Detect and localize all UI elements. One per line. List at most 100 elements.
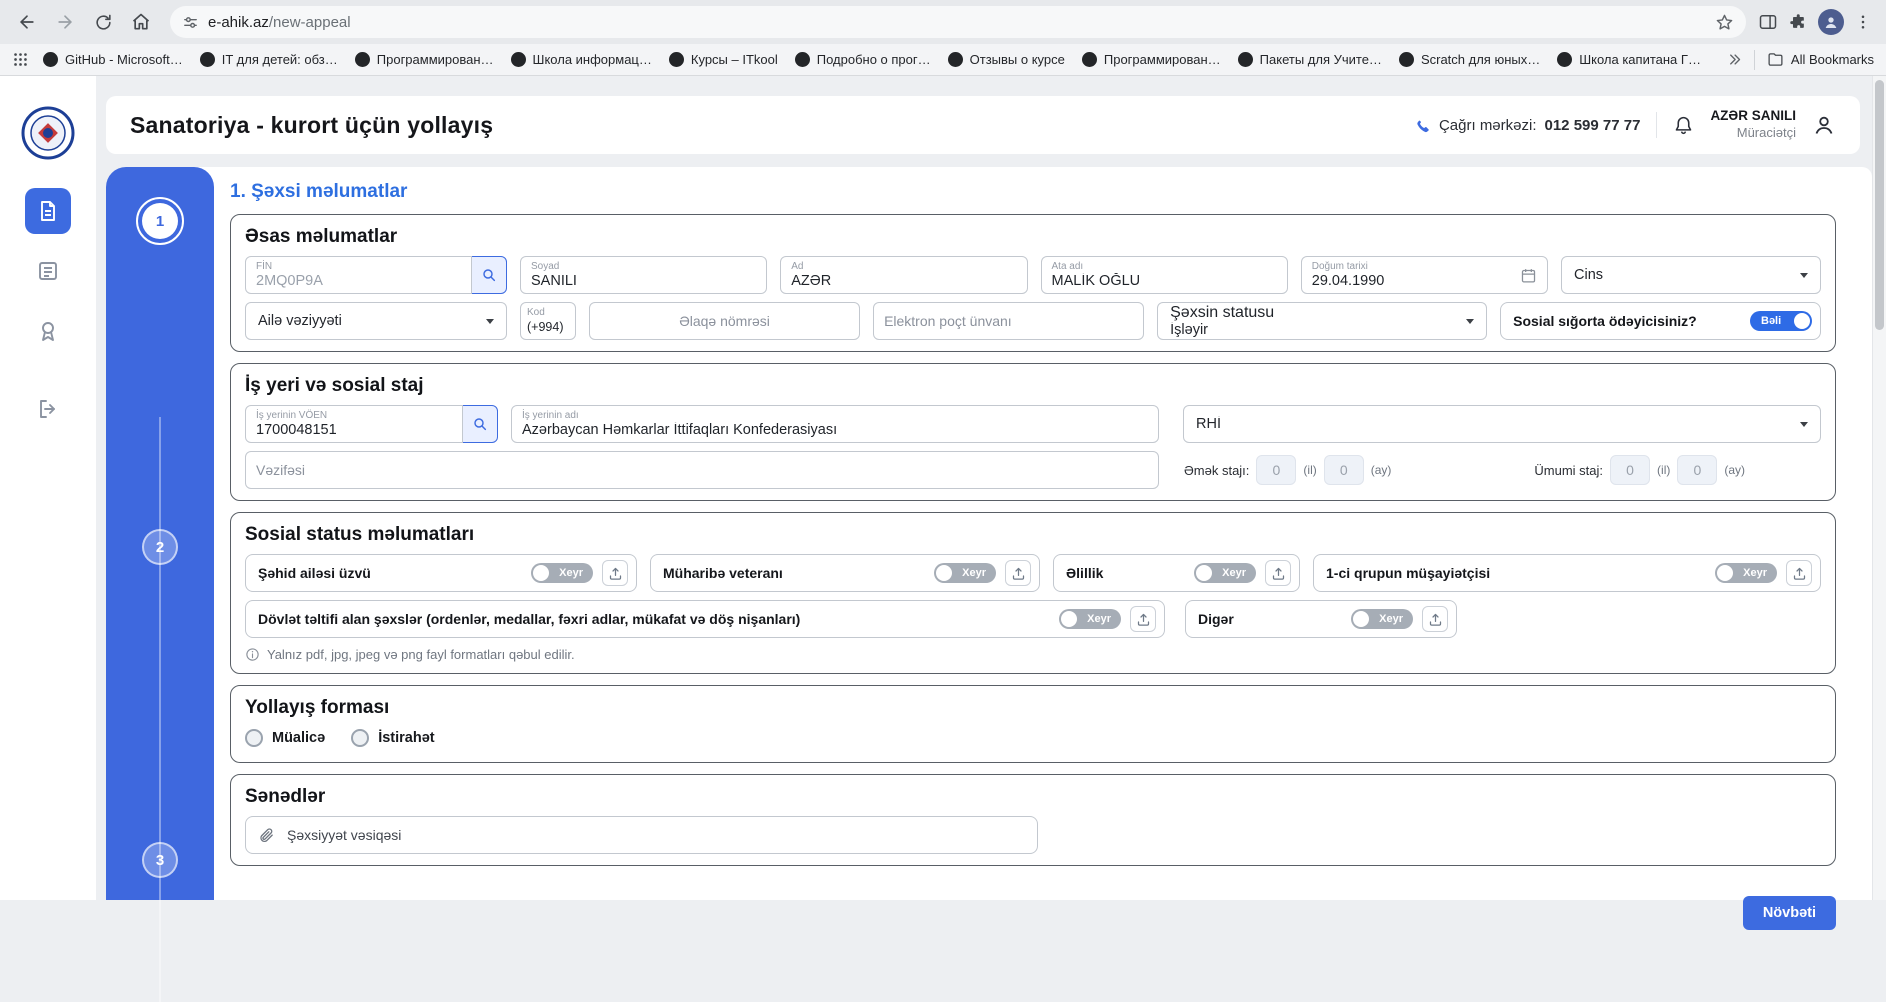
upload-button[interactable] bbox=[1422, 606, 1448, 632]
back-button[interactable] bbox=[10, 5, 44, 39]
upload-button[interactable] bbox=[1130, 606, 1156, 632]
social-status-toggle[interactable]: Xeyr bbox=[1194, 563, 1256, 583]
calendar-icon[interactable] bbox=[1520, 267, 1537, 284]
bookmark-item[interactable]: Scratch для юных… bbox=[1399, 52, 1540, 67]
sidebar-item-logout[interactable] bbox=[25, 386, 71, 432]
info-icon bbox=[245, 647, 260, 662]
social-status-item: Müharibə veteranı Xeyr bbox=[650, 554, 1040, 592]
profile-avatar[interactable] bbox=[1818, 9, 1844, 35]
bookmark-item[interactable]: IT для детей: обз… bbox=[200, 52, 338, 67]
apps-grid-icon[interactable] bbox=[12, 51, 29, 68]
social-status-toggle[interactable]: Xeyr bbox=[531, 563, 593, 583]
all-bookmarks-button[interactable]: All Bookmarks bbox=[1767, 51, 1874, 68]
fin-field[interactable]: FİN 2MQ0P9A bbox=[245, 256, 472, 294]
social-status-toggle[interactable]: Xeyr bbox=[934, 563, 996, 583]
bookmark-item[interactable]: Пакеты для Учите… bbox=[1238, 52, 1382, 67]
social-status-label: Şəhid ailəsi üzvü bbox=[258, 565, 522, 581]
bookmark-item[interactable]: Курсы – ITkool bbox=[669, 52, 778, 67]
voen-field[interactable]: İş yerinin VÖEN 1700048151 bbox=[245, 405, 463, 443]
emek-staji-ay-input[interactable]: 0 bbox=[1324, 455, 1364, 485]
radio-label: Müalicə bbox=[272, 730, 325, 746]
bookmark-item[interactable]: Подробно о прог… bbox=[795, 52, 931, 67]
forward-button[interactable] bbox=[48, 5, 82, 39]
umumi-staj-ay-value: 0 bbox=[1693, 462, 1701, 478]
social-status-toggle[interactable]: Xeyr bbox=[1351, 609, 1413, 629]
user-icon[interactable] bbox=[1812, 113, 1836, 137]
cins-select[interactable]: Cins bbox=[1561, 256, 1821, 294]
page-scrollbar[interactable] bbox=[1872, 76, 1886, 900]
site-info-icon[interactable] bbox=[182, 14, 199, 31]
fin-search-button[interactable] bbox=[471, 256, 507, 294]
upload-button[interactable] bbox=[1005, 560, 1031, 586]
address-bar[interactable]: e-ahik.az/new-appeal bbox=[170, 6, 1746, 38]
sidebar-item-benefits[interactable] bbox=[25, 308, 71, 354]
il-suffix: (il) bbox=[1657, 463, 1670, 477]
vezife-field[interactable]: Vəzifəsi bbox=[245, 451, 1159, 489]
bookmarks-overflow-icon[interactable] bbox=[1727, 52, 1742, 67]
social-status-label: Əlillik bbox=[1066, 565, 1185, 581]
toggle-label: Xeyr bbox=[962, 567, 986, 579]
bookmark-label: Программирован… bbox=[377, 52, 494, 67]
scrollbar-thumb[interactable] bbox=[1875, 80, 1884, 330]
soyad-field[interactable]: Soyad SANILI bbox=[520, 256, 767, 294]
vezife-placeholder: Vəzifəsi bbox=[256, 462, 1148, 478]
search-icon bbox=[472, 416, 488, 432]
toggle-knob bbox=[1196, 565, 1212, 581]
umumi-staj-il-input[interactable]: 0 bbox=[1610, 455, 1650, 485]
bell-icon[interactable] bbox=[1673, 115, 1694, 136]
radio-mualice[interactable]: Müalicə bbox=[245, 729, 325, 747]
radio-istirahet[interactable]: İstirahət bbox=[351, 729, 434, 747]
bookmark-item[interactable]: GitHub - Microsoft… bbox=[43, 52, 183, 67]
social-status-toggle[interactable]: Xeyr bbox=[1715, 563, 1777, 583]
cins-value: Cins bbox=[1574, 267, 1603, 283]
voen-search-button[interactable] bbox=[462, 405, 498, 443]
sidebar-item-appeals[interactable] bbox=[25, 248, 71, 294]
ata-adi-field[interactable]: Ata adı MALİK OĞLU bbox=[1041, 256, 1288, 294]
menu-icon[interactable] bbox=[1854, 13, 1872, 31]
bookmark-item[interactable]: Школа информац… bbox=[511, 52, 652, 67]
dob-field[interactable]: Doğum tarixi 29.04.1990 bbox=[1301, 256, 1548, 294]
step-1[interactable]: 1 bbox=[136, 197, 184, 245]
step-3[interactable]: 3 bbox=[142, 842, 178, 878]
emek-staji-il-input[interactable]: 0 bbox=[1256, 455, 1296, 485]
toggle-knob bbox=[1353, 611, 1369, 627]
workplace-name-field[interactable]: İş yerinin adı Azərbaycan Həmkarlar İtti… bbox=[511, 405, 1159, 443]
shexsin-statusu-select[interactable]: Şəxsin statusu İşləyir bbox=[1157, 302, 1487, 340]
upload-button[interactable] bbox=[1786, 560, 1812, 586]
next-button[interactable]: Növbəti bbox=[1743, 896, 1836, 930]
bookmark-star-icon[interactable] bbox=[1715, 13, 1734, 32]
stepper-line bbox=[159, 417, 161, 1002]
home-button[interactable] bbox=[124, 5, 158, 39]
rhi-select[interactable]: RHİ bbox=[1183, 405, 1821, 443]
bookmark-item[interactable]: Школа капитана Г… bbox=[1557, 52, 1701, 67]
aile-veziyyeti-select[interactable]: Ailə vəziyyəti bbox=[245, 302, 507, 340]
step-2[interactable]: 2 bbox=[142, 529, 178, 565]
extensions-icon[interactable] bbox=[1788, 12, 1808, 32]
bookmark-favicon bbox=[669, 52, 684, 67]
upload-icon bbox=[1428, 612, 1443, 627]
social-status-toggle[interactable]: Xeyr bbox=[1059, 609, 1121, 629]
kod-field[interactable]: Kod (+994) bbox=[520, 302, 576, 340]
toggle-label: Xeyr bbox=[1743, 567, 1767, 579]
ad-field[interactable]: Ad AZƏR bbox=[780, 256, 1027, 294]
phone-number-field[interactable]: Əlaqə nömrəsi bbox=[589, 302, 860, 340]
identity-document-upload[interactable]: Şəxsiyyət vəsiqəsi bbox=[245, 816, 1038, 854]
toggle-label: Xeyr bbox=[559, 567, 583, 579]
umumi-staj-ay-input[interactable]: 0 bbox=[1677, 455, 1717, 485]
sidebar-item-new-appeal[interactable] bbox=[25, 188, 71, 234]
referral-form-title: Yollayış forması bbox=[245, 697, 1821, 719]
bookmark-item[interactable]: Программирован… bbox=[1082, 52, 1221, 67]
bookmark-label: Пакеты для Учите… bbox=[1260, 52, 1382, 67]
email-field[interactable]: Elektron poçt ünvanı bbox=[873, 302, 1144, 340]
bookmark-label: GitHub - Microsoft… bbox=[65, 52, 183, 67]
upload-button[interactable] bbox=[1265, 560, 1291, 586]
bookmark-item[interactable]: Отзывы о курсе bbox=[948, 52, 1065, 67]
side-panel-icon[interactable] bbox=[1758, 12, 1778, 32]
sigorta-toggle[interactable]: Bəli bbox=[1750, 311, 1812, 331]
bookmark-favicon bbox=[1082, 52, 1097, 67]
call-center: Çağrı mərkəzi: 012 599 77 77 bbox=[1414, 117, 1640, 134]
emek-staji-il-value: 0 bbox=[1273, 462, 1281, 478]
bookmark-item[interactable]: Программирован… bbox=[355, 52, 494, 67]
reload-button[interactable] bbox=[86, 5, 120, 39]
upload-button[interactable] bbox=[602, 560, 628, 586]
